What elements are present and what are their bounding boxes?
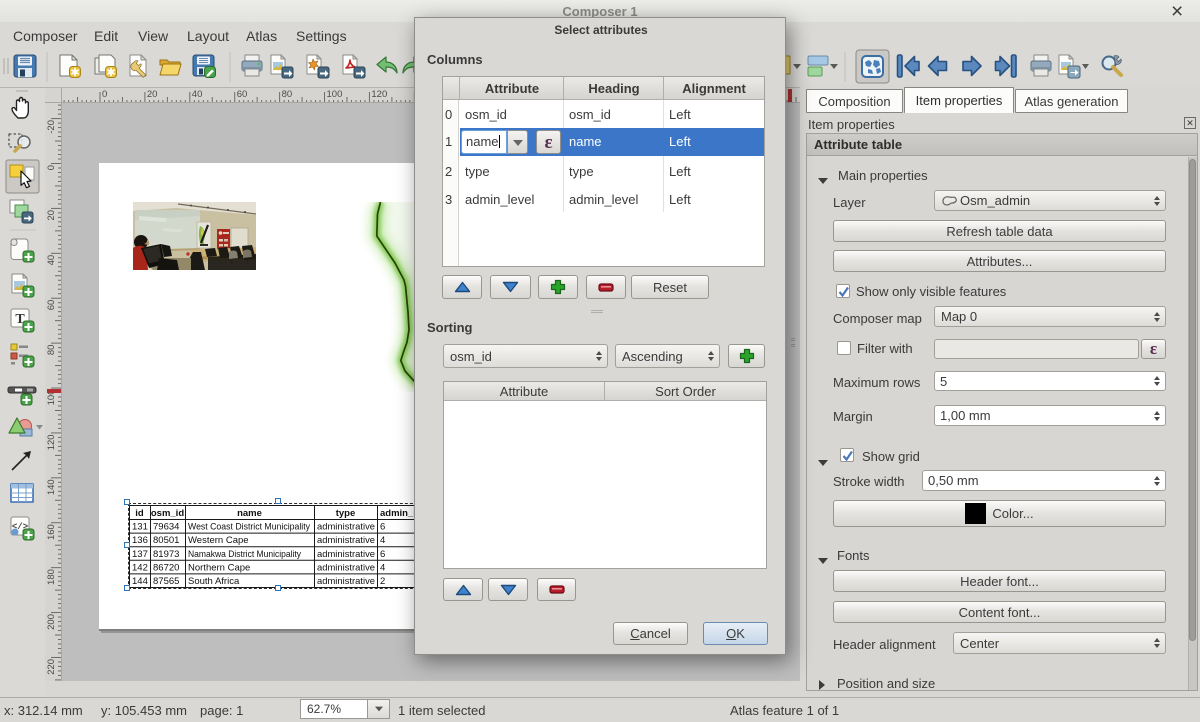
svg-text:220: 220 (46, 659, 57, 675)
svg-text:160: 160 (46, 524, 57, 540)
svg-text:120: 120 (371, 89, 387, 100)
svg-text:100: 100 (327, 89, 343, 100)
svg-text:60: 60 (237, 89, 248, 100)
svg-text:60: 60 (46, 300, 57, 311)
svg-text:-20: -20 (46, 120, 57, 134)
svg-text:140: 140 (46, 479, 57, 495)
svg-text:40: 40 (192, 89, 203, 100)
svg-text:180: 180 (46, 569, 57, 585)
svg-text:20: 20 (46, 210, 57, 221)
svg-text:40: 40 (46, 255, 57, 266)
svg-text:200: 200 (46, 614, 57, 630)
svg-text:0: 0 (46, 165, 57, 170)
svg-text:80: 80 (46, 345, 57, 356)
svg-text:0: 0 (102, 89, 107, 100)
svg-text:80: 80 (282, 89, 293, 100)
svg-text:20: 20 (147, 89, 158, 100)
svg-text:120: 120 (46, 434, 57, 450)
